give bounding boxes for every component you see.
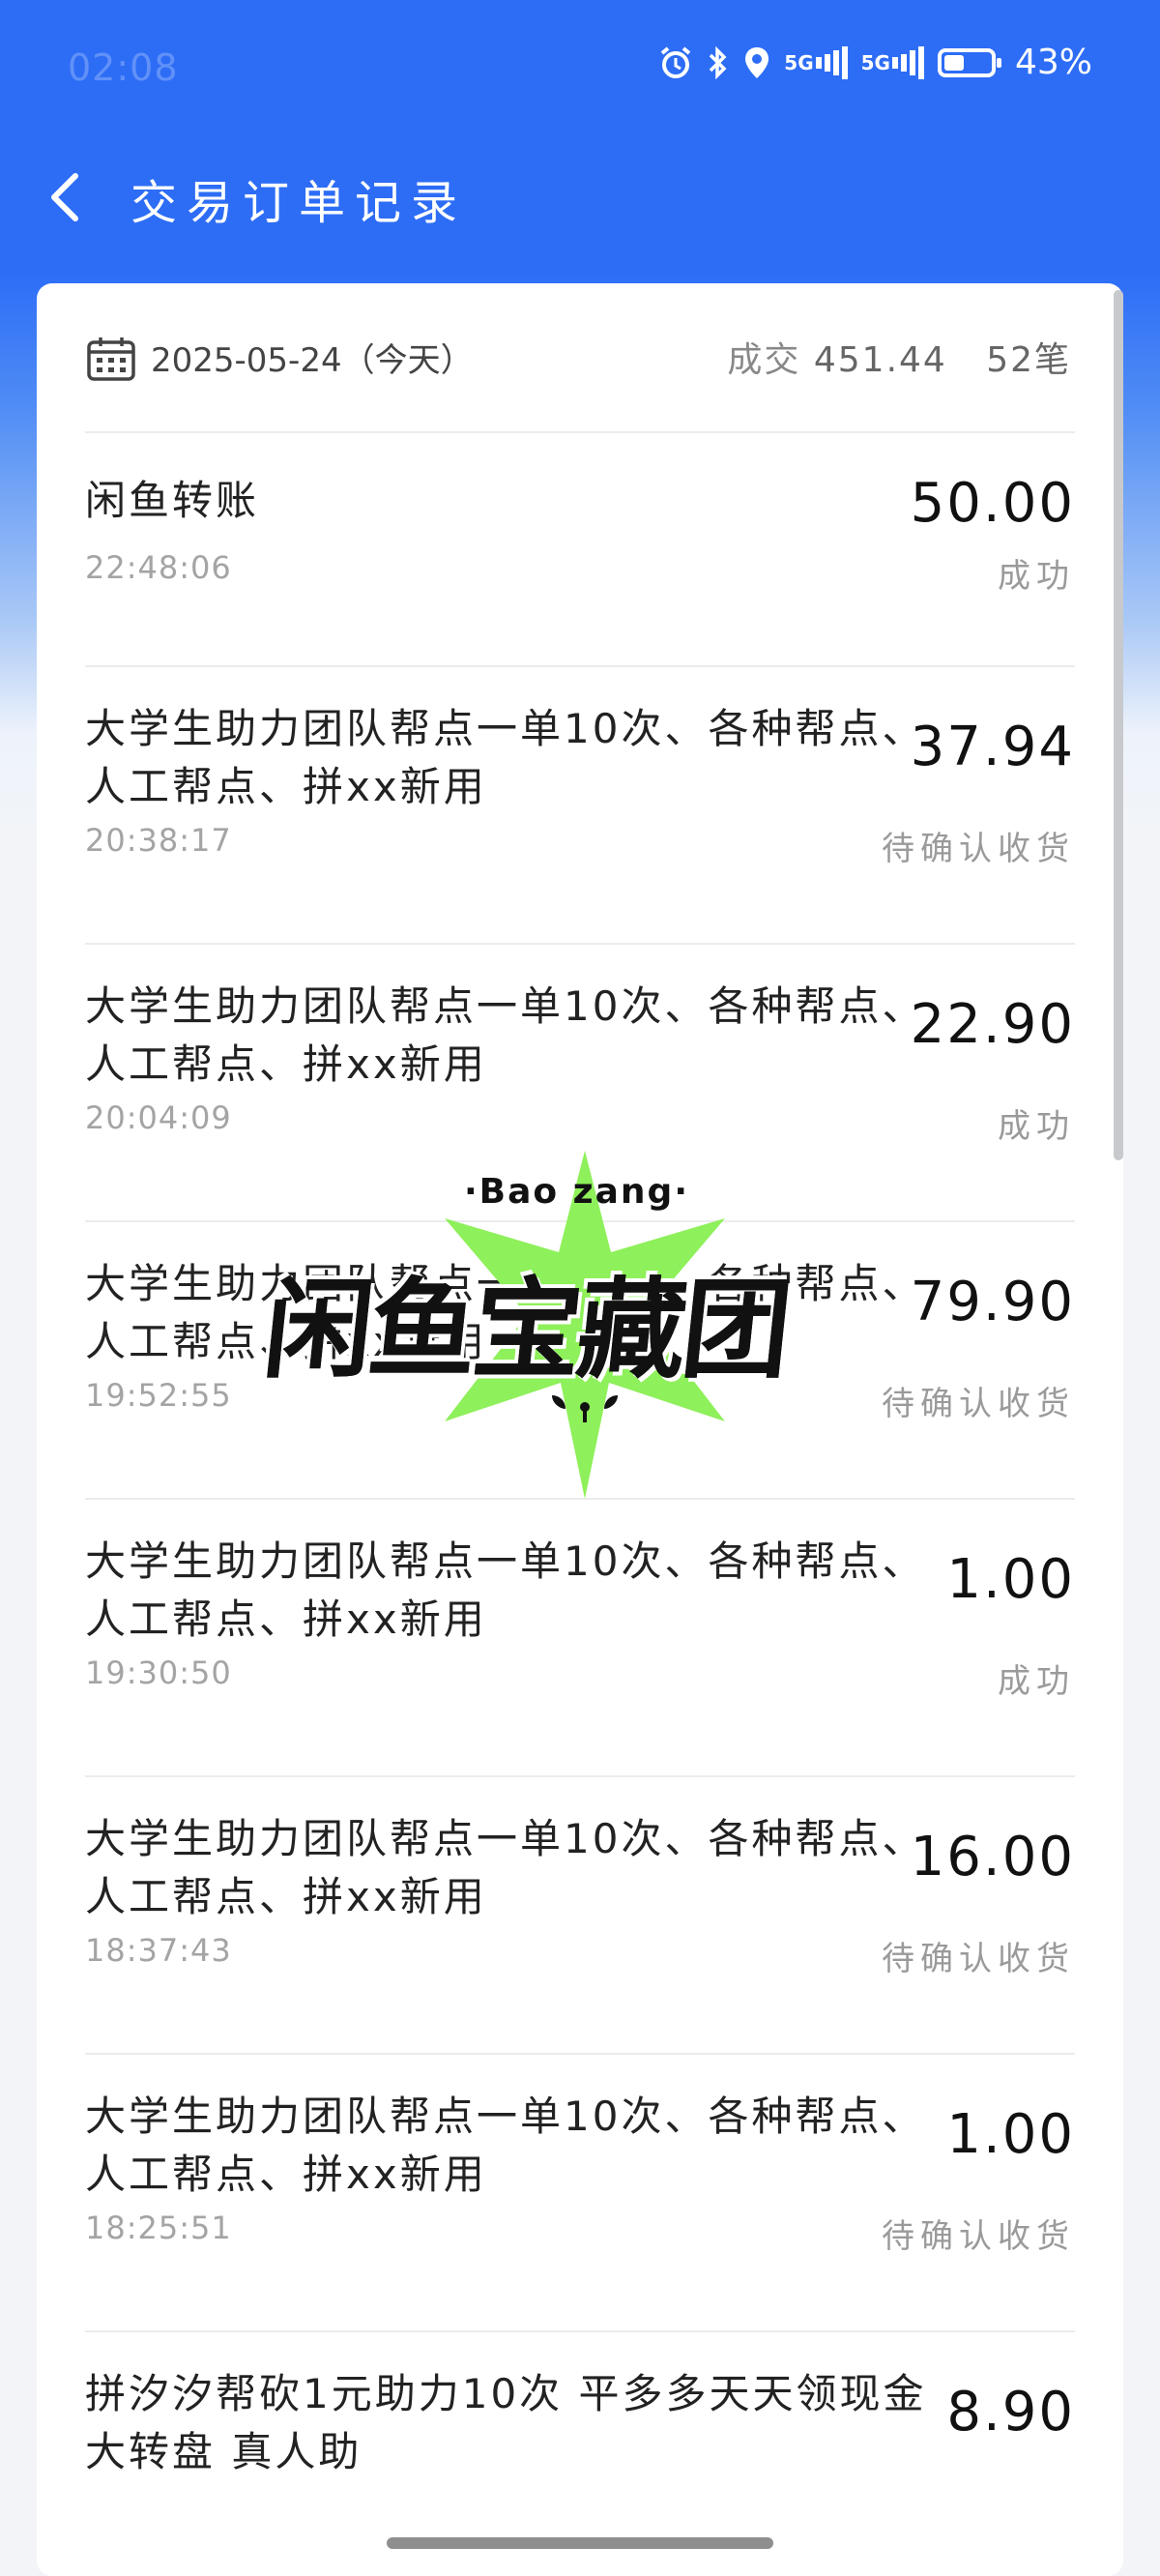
scrollbar[interactable] — [1114, 290, 1123, 1160]
transaction-amount: 8.90 — [946, 2381, 1075, 2444]
transaction-status: 待确认收货 — [882, 1940, 1075, 1978]
summary-date[interactable]: 2025-05-24（今天） — [151, 334, 474, 381]
transaction-amount: 1.00 — [946, 2103, 1075, 2166]
total-amount: 451.44 — [813, 340, 947, 380]
transaction-time: 19:30:50 — [85, 1654, 232, 1691]
watermark-text: 闲鱼宝藏团 — [258, 1268, 794, 1393]
signal-icon-1: 5G — [784, 45, 848, 79]
transaction-status: 待确认收货 — [882, 830, 1075, 868]
transaction-amount: 1.00 — [946, 1548, 1075, 1611]
summary-total: 成交 451.44 52笔 — [727, 332, 1071, 382]
transaction-title: 闲鱼转账 — [85, 477, 260, 524]
status-time: 02:08 — [68, 46, 179, 89]
alarm-icon — [658, 45, 693, 80]
page-title: 交易订单记录 — [130, 176, 468, 230]
status-bar: 02:08 5G 5G 43% — [0, 0, 1160, 140]
header: 交易订单记录 — [0, 155, 1160, 242]
transaction-status: 待确认收货 — [882, 2217, 1075, 2256]
transaction-amount: 79.90 — [910, 1271, 1075, 1333]
status-icons: 5G 5G 43% — [658, 43, 1092, 82]
transaction-amount: 37.94 — [910, 716, 1075, 778]
transaction-time: 19:52:55 — [85, 1377, 232, 1414]
transaction-time: 20:04:09 — [85, 1099, 232, 1136]
location-icon — [743, 45, 770, 80]
transaction-title: 大学生助力团队帮点一单10次、各种帮点、人工帮点、拼xx新用 — [85, 982, 926, 1088]
transaction-amount: 16.00 — [910, 1826, 1075, 1888]
transaction-row[interactable]: 闲鱼转账 50.00 22:48:06 成功 — [85, 433, 1075, 667]
transaction-title: 大学生助力团队帮点一单10次、各种帮点、人工帮点、拼xx新用 — [85, 2093, 926, 2198]
total-label: 成交 — [727, 340, 801, 380]
transaction-title: 大学生助力团队帮点一单10次、各种帮点、人工帮点、拼xx新用 — [85, 1537, 926, 1643]
back-button[interactable] — [37, 166, 99, 228]
transaction-row[interactable]: 大学生助力团队帮点一单10次、各种帮点、人工帮点、拼xx新用 16.00 18:… — [85, 1777, 1075, 2055]
back-arrow-icon — [51, 173, 78, 221]
transaction-title: 拼汐汐帮砍1元助力10次 平多多天天领现金 大转盘 真人助 — [85, 2370, 927, 2475]
transaction-time: 18:25:51 — [85, 2210, 232, 2246]
transaction-row[interactable]: 大学生助力团队帮点一单10次、各种帮点、人工帮点、拼xx新用 1.00 19:3… — [85, 1500, 1075, 1777]
order-count: 52笔 — [986, 340, 1071, 380]
transaction-title: 大学生助力团队帮点一单10次、各种帮点、人工帮点、拼xx新用 — [85, 705, 926, 810]
calendar-icon[interactable] — [87, 337, 135, 381]
signal-icon-2: 5G — [861, 45, 924, 79]
watermark-logo: ·Bao zang· 闲鱼宝藏团 — [246, 1151, 923, 1508]
transaction-row[interactable]: 大学生助力团队帮点一单10次、各种帮点、人工帮点、拼xx新用 1.00 18:2… — [85, 2055, 1075, 2332]
home-indicator[interactable] — [387, 2537, 773, 2549]
transaction-amount: 50.00 — [910, 472, 1075, 535]
transaction-time: 22:48:06 — [85, 549, 232, 586]
battery-icon — [937, 47, 1001, 77]
transaction-status: 成功 — [998, 1107, 1075, 1146]
battery-level: 43% — [1014, 43, 1092, 82]
transaction-time: 20:38:17 — [85, 822, 232, 859]
transaction-status: 成功 — [998, 557, 1075, 596]
face-icon — [552, 1395, 618, 1422]
bluetooth-icon — [707, 45, 730, 80]
transaction-time: 18:37:43 — [85, 1932, 232, 1969]
watermark-subtitle: ·Bao zang· — [464, 1172, 689, 1212]
transaction-status: 成功 — [998, 1662, 1075, 1701]
transaction-title: 大学生助力团队帮点一单10次、各种帮点、人工帮点、拼xx新用 — [85, 1815, 926, 1920]
transaction-amount: 22.90 — [910, 993, 1075, 1056]
daily-summary: 2025-05-24（今天） 成交 451.44 52笔 — [37, 283, 1123, 433]
transaction-row[interactable]: 大学生助力团队帮点一单10次、各种帮点、人工帮点、拼xx新用 37.94 20:… — [85, 667, 1075, 945]
